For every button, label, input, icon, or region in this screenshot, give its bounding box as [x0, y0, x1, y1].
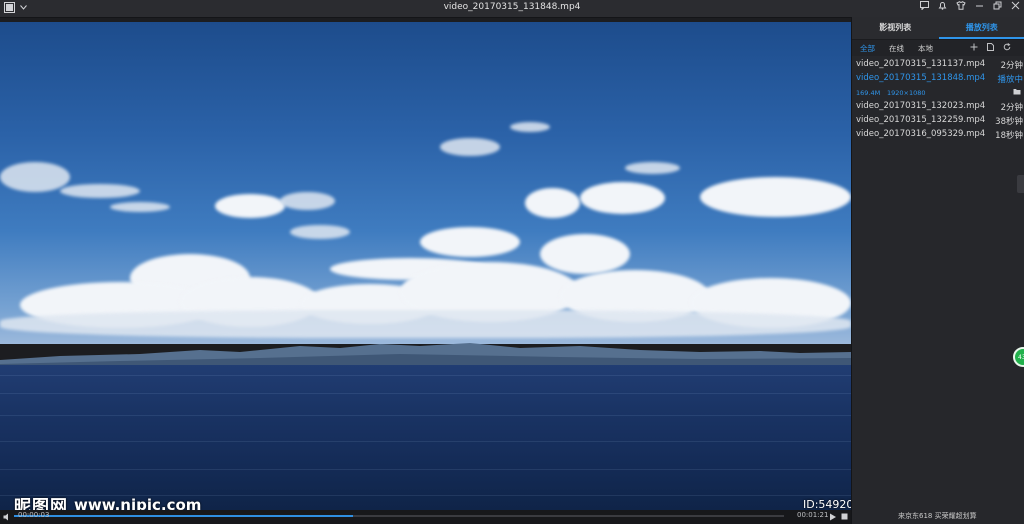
title-bar: video_20170315_131848.mp4	[0, 0, 1024, 18]
window-title: video_20170315_131848.mp4	[443, 2, 581, 12]
video-viewport[interactable]	[0, 22, 851, 510]
panel-collapse-handle[interactable]	[1017, 175, 1024, 193]
playlist-panel: 影视列表 播放列表 全部 在线 本地 video_20170315_131137…	[851, 17, 1024, 524]
playlist-actions	[970, 43, 1011, 51]
filter-online[interactable]: 在线	[889, 43, 904, 54]
total-time: 00:01:21	[797, 511, 829, 519]
list-item-duration: 2分钟	[1000, 61, 1023, 71]
panel-tabs: 影视列表 播放列表	[852, 17, 1024, 40]
stop-icon[interactable]	[841, 513, 848, 520]
floating-speed-value: 43	[1018, 353, 1024, 361]
list-item-duration: 2分钟	[1000, 103, 1023, 113]
list-item-name: video_20170316_095329.mp4	[856, 129, 986, 139]
playing-status: 播放中	[997, 75, 1023, 85]
file-icon[interactable]	[987, 43, 994, 51]
folder-icon[interactable]	[1013, 88, 1021, 95]
file-size: 169.4M	[856, 89, 881, 97]
close-icon[interactable]	[1011, 1, 1020, 10]
tab-playlist[interactable]: 播放列表	[938, 17, 1024, 39]
elapsed-time: 00:00:03	[18, 511, 50, 519]
list-item-current[interactable]: video_20170315_131848.mp4 播放中	[852, 72, 1024, 86]
volume-icon[interactable]	[3, 513, 11, 521]
list-item[interactable]: video_20170315_132023.mp4 2分钟	[852, 100, 1024, 114]
progress-bar[interactable]	[14, 515, 784, 517]
minimize-icon[interactable]	[975, 1, 984, 10]
filter-all[interactable]: 全部	[860, 43, 875, 54]
resolution: 1920×1080	[887, 89, 926, 97]
video-frame-mountains	[0, 343, 851, 368]
control-bar: 00:00:03 00:01:21	[0, 510, 851, 524]
filter-local[interactable]: 本地	[918, 43, 933, 54]
list-item[interactable]: video_20170315_132259.mp4 38秒钟	[852, 114, 1024, 128]
progress-fill	[14, 515, 353, 517]
refresh-icon[interactable]	[1003, 43, 1011, 51]
list-item-duration: 18秒钟	[995, 131, 1023, 141]
add-icon[interactable]	[970, 43, 978, 51]
restore-icon[interactable]	[993, 1, 1002, 10]
feedback-icon[interactable]	[920, 1, 929, 10]
window-controls	[920, 1, 1020, 10]
playlist-filters: 全部 在线 本地	[852, 40, 1024, 56]
play-icon[interactable]	[829, 513, 837, 521]
tab-media-list[interactable]: 影视列表	[852, 17, 939, 39]
current-item-meta: 169.4M 1920×1080	[852, 86, 1024, 100]
list-item-name: video_20170315_132259.mp4	[856, 115, 986, 125]
video-frame-sea	[0, 365, 851, 510]
list-item-name: video_20170315_132023.mp4	[856, 101, 986, 111]
video-frame-sky	[0, 22, 851, 344]
playlist: video_20170315_131137.mp4 2分钟 video_2017…	[852, 56, 1024, 142]
list-item-name: video_20170315_131137.mp4	[856, 59, 986, 69]
list-item-duration: 38秒钟	[995, 117, 1023, 127]
list-item-name: video_20170315_131848.mp4	[856, 73, 986, 83]
promo-text[interactable]: 来京东618 买荣耀超划算	[898, 511, 977, 521]
list-item[interactable]: video_20170315_131137.mp4 2分钟	[852, 58, 1024, 72]
list-item[interactable]: video_20170316_095329.mp4 18秒钟	[852, 128, 1024, 142]
skin-icon[interactable]	[956, 1, 966, 10]
bell-icon[interactable]	[938, 1, 947, 10]
